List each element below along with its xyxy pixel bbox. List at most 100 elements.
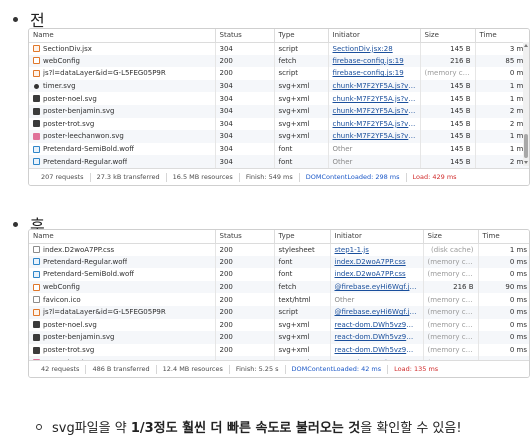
cell-time: 2 ms bbox=[475, 155, 529, 168]
cell-initiator[interactable]: chunk-M7F2YF5A.js?v=e9a5 bbox=[328, 92, 421, 105]
cell-initiator[interactable]: react-dom.DWh5vz9W.js:9 bbox=[330, 343, 424, 357]
cell-name[interactable]: Pretendard-Regular.woff bbox=[29, 255, 216, 269]
column-header-type[interactable]: Type bbox=[274, 29, 329, 43]
conclusion-text-pre: svg파일을 약 bbox=[52, 421, 131, 436]
cell-initiator[interactable]: chunk-M7F2YF5A.js?v=e9a5 bbox=[328, 79, 421, 93]
cell-status: 200 bbox=[215, 243, 275, 256]
table-row[interactable]: poster-leechanwon.svg 304 svg+xml chunk-M7F… bbox=[29, 130, 529, 143]
table-row[interactable]: Pretendard-SemiBold.woff 304 font Other 145 … bbox=[29, 142, 529, 156]
cell-name[interactable]: poster-leechanwon.svg bbox=[29, 130, 216, 143]
cell-type: font bbox=[274, 255, 331, 269]
network-panel-before: Name Status Type Initiator Size Time Sec… bbox=[28, 28, 530, 186]
cell-size: (memory cac... bbox=[423, 305, 479, 319]
table-row[interactable]: webConfig 200 fetch firebase-config.js:19 21… bbox=[29, 54, 529, 68]
cell-name[interactable]: webConfig bbox=[29, 54, 216, 68]
column-header-name[interactable]: Name bbox=[29, 29, 216, 43]
table-row[interactable]: poster-trot.svg 200 svg+xml react-dom.DWh5v… bbox=[29, 343, 529, 357]
cell-initiator[interactable]: @firebase.eyHi6Wgf.js:2206 bbox=[330, 305, 424, 319]
cell-initiator[interactable]: firebase-config.js:19 bbox=[328, 54, 421, 68]
cell-name[interactable]: poster-noel.svg bbox=[29, 318, 216, 332]
cell-initiator[interactable]: SectionDiv.jsx:28 bbox=[328, 42, 421, 55]
column-header-status[interactable]: Status bbox=[215, 29, 275, 43]
cell-type: svg+xml bbox=[274, 318, 331, 332]
cell-name[interactable]: poster-trot.svg bbox=[29, 343, 216, 357]
cell-initiator[interactable]: chunk-M7F2YF5A.js?v=e9a5 bbox=[328, 117, 421, 131]
conclusion-text-bold: 1/3정도 훨씬 더 빠른 속도로 불러오는 것 bbox=[130, 421, 361, 436]
cell-initiator[interactable]: react-dom.DWh5vz9W.js:9 bbox=[330, 331, 424, 344]
cell-initiator[interactable]: step1-1.js bbox=[330, 243, 424, 256]
cell-type: svg+xml bbox=[274, 117, 329, 131]
cell-size: 145 B bbox=[420, 79, 476, 93]
scrollbar-thumb[interactable] bbox=[524, 134, 528, 158]
table-row[interactable]: Pretendard-Regular.woff 304 font Other 145 B… bbox=[29, 155, 529, 168]
column-header-size[interactable]: Size bbox=[423, 230, 479, 244]
dom-content-loaded-time: DOMContentLoaded: 42 ms bbox=[286, 364, 389, 374]
load-time: Load: 429 ms bbox=[412, 172, 457, 181]
column-header-time[interactable]: Time bbox=[478, 230, 529, 244]
column-header-size[interactable]: Size bbox=[420, 29, 476, 43]
cell-status: 200 bbox=[215, 280, 275, 294]
cell-status: 200 bbox=[215, 255, 275, 269]
cell-time: 0 ms bbox=[509, 295, 527, 304]
table-row[interactable]: favicon.ico 200 text/html Other (memory cac.… bbox=[29, 293, 529, 306]
table-row[interactable]: js?l=dataLayer&id=G-L5FEG05P9R 200 script f… bbox=[29, 67, 529, 80]
table-row[interactable]: poster-benjamin.svg 200 svg+xml react-dom.D… bbox=[29, 331, 529, 344]
table-row[interactable]: index.D2woA7PP.css 200 stylesheet step1-1.j… bbox=[29, 243, 529, 256]
column-header-initiator[interactable]: Initiator bbox=[328, 29, 421, 43]
scroll-up-arrow-icon[interactable] bbox=[524, 44, 528, 47]
cell-initiator[interactable]: index.D2woA7PP.css bbox=[330, 268, 424, 281]
cell-name[interactable]: js?l=dataLayer&id=G-L5FEG05P9R bbox=[29, 67, 216, 80]
table-row[interactable]: poster-noel.svg 304 svg+xml chunk-M7F2YF5A.… bbox=[29, 92, 529, 105]
table-row[interactable]: SectionDiv.jsx 304 script SectionDiv.jsx:28… bbox=[29, 42, 529, 55]
request-name: poster-noel.svg bbox=[43, 94, 97, 103]
cell-name[interactable]: Pretendard-SemiBold.woff bbox=[29, 268, 216, 281]
table-row[interactable]: js?l=dataLayer&id=G-L5FEG05P9R 200 script @… bbox=[29, 305, 529, 319]
cell-name[interactable]: poster-benjamin.svg bbox=[29, 331, 216, 344]
cell-type: stylesheet bbox=[274, 243, 331, 256]
cell-name[interactable]: webConfig bbox=[29, 280, 216, 294]
column-header-status[interactable]: Status bbox=[215, 230, 275, 244]
cell-name[interactable]: index.D2woA7PP.css bbox=[29, 243, 216, 256]
cell-initiator[interactable]: @firebase.eyHi6Wgf.js:2221 bbox=[330, 280, 424, 294]
request-name: poster-benjamin.svg bbox=[43, 333, 115, 342]
table-row[interactable]: Pretendard-Regular.woff 200 font index.D2wo… bbox=[29, 255, 529, 269]
table-row[interactable]: webConfig 200 fetch @firebase.eyHi6Wgf.js:2… bbox=[29, 280, 529, 294]
column-header-time[interactable]: Time bbox=[475, 29, 529, 43]
fetch-file-icon bbox=[33, 283, 40, 291]
cell-name[interactable]: js?l=dataLayer&id=G-L5FEG05P9R bbox=[29, 305, 216, 319]
cell-time: 1 ms bbox=[509, 245, 527, 254]
cell-name[interactable]: poster-trot.svg bbox=[29, 117, 216, 131]
scroll-down-arrow-icon[interactable] bbox=[524, 161, 528, 164]
table-row[interactable]: Pretendard-SemiBold.woff 200 font index.D2w… bbox=[29, 268, 529, 281]
cell-name[interactable]: SectionDiv.jsx bbox=[29, 42, 216, 55]
column-header-type[interactable]: Type bbox=[274, 230, 331, 244]
cell-name[interactable]: favicon.ico bbox=[29, 293, 216, 306]
cell-initiator[interactable]: chunk-M7F2YF5A.js?v=e9a5 bbox=[328, 104, 421, 118]
cell-time: 0 ms bbox=[478, 305, 529, 319]
cell-initiator[interactable]: firebase-config.js:19 bbox=[328, 67, 421, 80]
table-row[interactable]: poster-noel.svg 200 svg+xml react-dom.DWh5v… bbox=[29, 318, 529, 332]
vertical-scrollbar[interactable] bbox=[523, 42, 529, 166]
cell-name[interactable]: Pretendard-SemiBold.woff bbox=[29, 142, 216, 156]
cell-initiator[interactable]: index.D2woA7PP.css bbox=[330, 255, 424, 269]
table-row[interactable]: poster-benjamin.svg 304 svg+xml chunk-M7F2Y… bbox=[29, 104, 529, 118]
cell-initiator[interactable]: react-dom.DWh5vz9W.js:9 bbox=[330, 318, 424, 332]
cell-size: (memory cac... bbox=[423, 318, 479, 332]
request-name: webConfig bbox=[43, 56, 80, 65]
svg-dark-file-icon bbox=[34, 83, 39, 89]
cell-status: 304 bbox=[215, 42, 275, 55]
column-header-name[interactable]: Name bbox=[29, 230, 216, 244]
table-row[interactable]: timer.svg 304 svg+xml chunk-M7F2YF5A.js?v=e… bbox=[29, 79, 529, 93]
cell-name[interactable]: poster-benjamin.svg bbox=[29, 104, 216, 118]
conclusion-text: svg파일을 약 1/3정도 훨씬 더 빠른 속도로 불러오는 것을 확인할 수… bbox=[52, 417, 462, 436]
resources-size: 12.4 MB resources bbox=[157, 364, 230, 374]
cell-name[interactable]: timer.svg bbox=[29, 79, 216, 93]
cell-type: svg+xml bbox=[274, 92, 329, 105]
cell-status: 200 bbox=[215, 268, 275, 281]
cell-initiator[interactable]: chunk-M7F2YF5A.js?v=e9a5 bbox=[328, 130, 421, 143]
cell-type: svg+xml bbox=[274, 130, 329, 143]
table-row[interactable]: poster-trot.svg 304 svg+xml chunk-M7F2YF5A.… bbox=[29, 117, 529, 131]
cell-name[interactable]: poster-noel.svg bbox=[29, 92, 216, 105]
cell-name[interactable]: Pretendard-Regular.woff bbox=[29, 155, 216, 168]
column-header-initiator[interactable]: Initiator bbox=[330, 230, 424, 244]
